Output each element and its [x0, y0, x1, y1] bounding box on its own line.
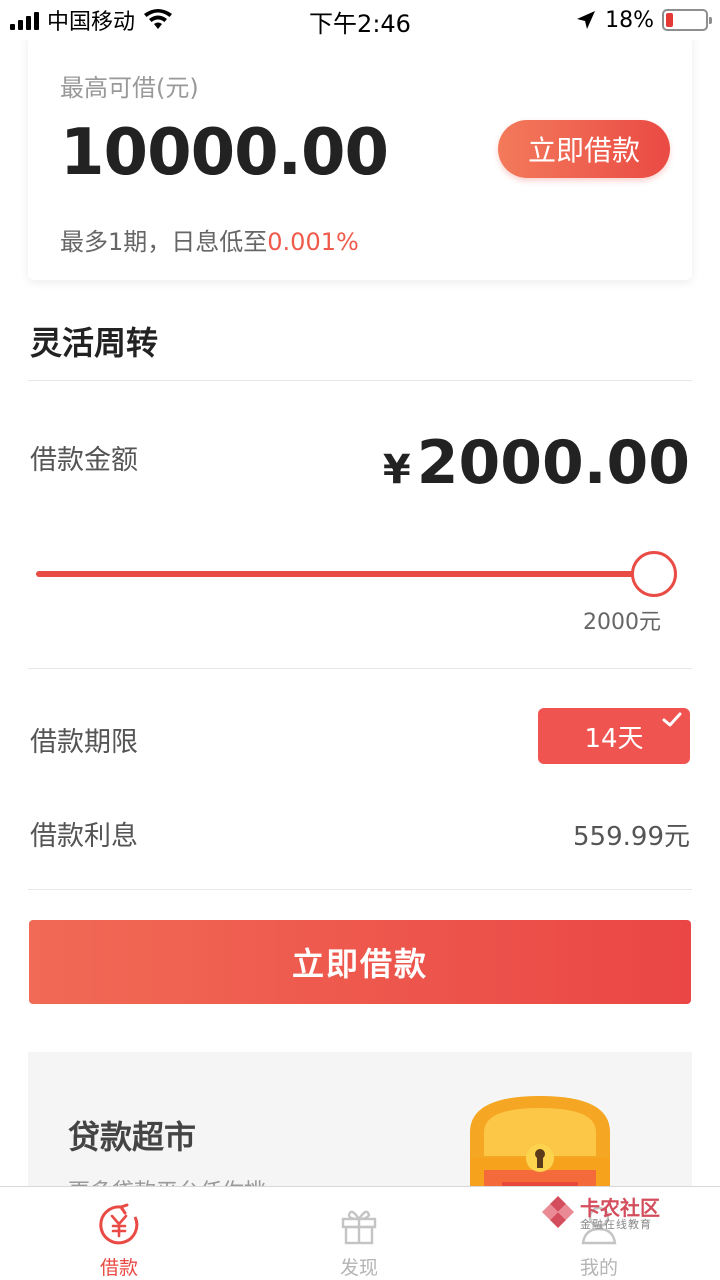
credit-limit-amount: 10000.00 [60, 116, 389, 190]
watermark-logo-icon [542, 1196, 574, 1228]
daily-rate: 0.001% [267, 228, 359, 256]
status-right: 18% [575, 6, 712, 34]
watermark: 卡农社区 金融在线教育 [540, 1190, 670, 1234]
interest-label: 借款利息 [30, 821, 138, 852]
credit-limit-card: 最高可借(元) 10000.00 立即借款 最多1期，日息低至0.001% [28, 32, 692, 280]
divider [28, 668, 692, 669]
divider [28, 889, 692, 890]
card-borrow-button[interactable]: 立即借款 [498, 120, 670, 178]
gift-icon [341, 1210, 377, 1245]
check-icon [662, 712, 682, 727]
term-option-14-days[interactable]: 14天 [538, 708, 690, 764]
currency-symbol: ¥ [382, 447, 411, 493]
location-arrow-icon [577, 11, 596, 29]
battery-fill [666, 13, 673, 27]
section-title: 灵活周转 [30, 324, 159, 362]
tab-discover[interactable]: 发现 [299, 1187, 419, 1280]
borrow-now-button[interactable]: 立即借款 [29, 920, 691, 1004]
divider [28, 380, 692, 381]
credit-info-prefix: 最多1期，日息低至 [60, 228, 268, 256]
amount-slider-thumb[interactable] [631, 551, 677, 597]
loan-amount-number: 2000.00 [416, 428, 690, 498]
loan-amount-label: 借款金额 [30, 445, 138, 476]
battery-icon [662, 9, 712, 31]
status-bar: 中国移动 下午2:46 18% [0, 0, 720, 40]
amount-slider-track[interactable] [36, 571, 654, 577]
loan-amount-value: ¥2000.00 [383, 428, 690, 498]
yen-circle-icon [99, 1203, 139, 1245]
term-option-label: 14天 [584, 723, 644, 754]
tab-label: 借款 [99, 1257, 138, 1279]
tab-label: 我的 [579, 1257, 618, 1279]
tab-borrow[interactable]: 借款 [59, 1187, 179, 1280]
credit-limit-label: 最高可借(元) [60, 74, 199, 102]
loan-term-label: 借款期限 [30, 727, 138, 758]
loan-market-title: 贷款超市 [68, 1118, 197, 1156]
slider-caption: 2000元 [583, 610, 661, 635]
watermark-sub: 金融在线教育 [580, 1218, 652, 1231]
credit-info-text: 最多1期，日息低至0.001% [60, 222, 359, 257]
battery-percent: 18% [605, 7, 654, 33]
interest-value: 559.99元 [573, 822, 690, 852]
tab-label: 发现 [339, 1257, 378, 1279]
